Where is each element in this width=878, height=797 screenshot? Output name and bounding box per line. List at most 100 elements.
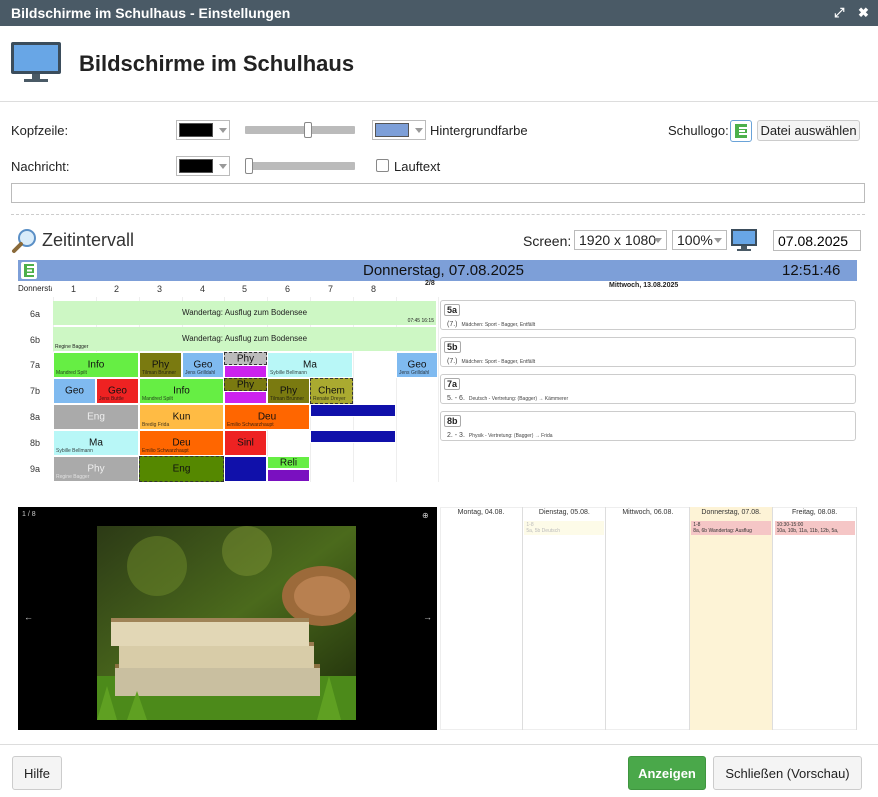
kopfzeile-color-picker[interactable] <box>176 120 230 140</box>
lesson-cell: Geo Jens Grilldahl <box>396 352 438 378</box>
lesson-subject: Phy <box>87 463 105 475</box>
lesson-cell: Phy Regine Bagger <box>53 456 139 482</box>
lesson-subject: Deu <box>172 437 191 449</box>
card-text: (7.) Mädchen: Sport - Bagger, Entfällt <box>447 358 535 365</box>
lesson-subject: Ma <box>303 359 317 371</box>
lesson-subject: Info <box>87 359 105 371</box>
slide-counter: 1 / 8 <box>22 511 36 518</box>
card-detail: Mädchen: Sport - Bagger, Entfällt <box>461 322 536 328</box>
lesson-teacher: Mandred Spilt <box>56 370 87 376</box>
lesson-cell: Phy Tilman Brunner <box>267 378 310 404</box>
lesson-subject: Phy <box>151 359 170 371</box>
right-header: Mittwoch, 13.08.2025 <box>609 282 679 289</box>
lesson-cell: Info Mandred Spilt <box>139 378 224 404</box>
card-detail: Physik - Vertretung: (Bagger) → Frida <box>468 433 553 439</box>
lesson-teacher: Tilman Brunner <box>270 396 304 402</box>
divider <box>11 214 865 215</box>
lesson-block <box>310 404 396 417</box>
nachricht-slider[interactable] <box>245 162 355 170</box>
close-icon[interactable]: ✖ <box>858 0 869 26</box>
screen-preview-icon[interactable] <box>730 228 758 255</box>
close-preview-button[interactable]: Schließen (Vorschau) <box>713 756 862 790</box>
lesson-teacher: Bredig Frida <box>142 422 170 428</box>
slideshow[interactable]: 1 / 8 ⊕ ← → <box>18 507 437 730</box>
background-color-label: Hintergrundfarbe <box>430 123 528 138</box>
zoom-value: 100% <box>677 232 713 248</box>
help-button[interactable]: Hilfe <box>12 756 62 790</box>
col-label: 1 <box>71 284 77 294</box>
card-detail: Deutsch - Vertretung: (Bagger) → Kämmere… <box>468 396 569 402</box>
preview-logo-icon <box>21 262 37 279</box>
substitution-card: 7a 5. - 6. Deutsch - Vertretung: (Bagger) … <box>440 374 856 404</box>
books-photo <box>97 526 356 720</box>
prev-slide-icon[interactable]: ← <box>24 612 33 622</box>
wandertag-6a-label: Wandertag: Ausflug zum Bodensee <box>181 308 308 317</box>
nachricht-slider-thumb[interactable] <box>245 158 253 174</box>
wandertag-6a: Wandertag: Ausflug zum Bodensee 07:45 16… <box>53 301 436 325</box>
lesson-block <box>224 456 267 482</box>
resolution-select[interactable]: 1920 x 1080 <box>574 230 667 250</box>
lesson-teacher: Regine Bagger <box>56 474 90 480</box>
lesson-subject: Phy <box>236 353 255 364</box>
lesson-cell: Geo Jens Buttle <box>96 378 139 404</box>
kopfzeile-slider-thumb[interactable] <box>304 122 313 138</box>
divider <box>0 744 878 745</box>
row-label: 7b <box>29 386 40 396</box>
school-logo-icon <box>730 120 752 142</box>
card-lead: (7.) <box>447 358 458 365</box>
lesson-cell: Phy <box>224 378 267 391</box>
week-event: 1-8 5a, 5b Deutsch <box>524 521 605 535</box>
preview-header-bar: Donnerstag, 07.08.2025 12:51:46 <box>18 260 857 281</box>
lesson-teacher: Emilio Schwarzhaupt <box>142 448 189 454</box>
card-class: 5b <box>444 341 461 353</box>
lesson-teacher: Jens Buttle <box>99 396 124 402</box>
week-day-header: Donnerstag, 07.08. <box>701 509 761 516</box>
card-class: 5a <box>444 304 461 316</box>
lauftext-checkbox[interactable] <box>376 159 389 172</box>
zoom-select[interactable]: 100% <box>672 230 727 250</box>
lesson-subject: Ma <box>89 437 103 449</box>
card-class: 7a <box>444 378 461 390</box>
nachricht-label: Nachricht: <box>11 159 70 174</box>
col-label: 8 <box>371 284 377 294</box>
lesson-cell: Phy Tilman Brunner <box>139 352 182 378</box>
show-button[interactable]: Anzeigen <box>628 756 706 790</box>
divider <box>0 101 878 102</box>
kopfzeile-slider[interactable] <box>245 126 355 134</box>
lesson-cell: Kun Bredig Frida <box>139 404 224 430</box>
row-label: 9a <box>29 464 40 474</box>
maximize-icon[interactable]: ⤢ <box>834 0 844 26</box>
nachricht-color-picker[interactable] <box>176 156 230 176</box>
row-label: 7a <box>29 360 40 370</box>
substitution-card: 5a (7.) Mädchen: Sport - Bagger, Entfällt <box>440 300 856 330</box>
background-color-picker[interactable] <box>372 120 426 140</box>
lesson-teacher: Mandred Spilt <box>142 396 173 402</box>
col-label: 5 <box>242 284 248 294</box>
resolution-value: 1920 x 1080 <box>579 232 657 248</box>
next-slide-icon[interactable]: → <box>423 612 432 622</box>
lesson-teacher: Sybille Bellmann <box>270 370 307 376</box>
kopfzeile-label: Kopfzeile: <box>11 123 69 138</box>
week-day-column: Donnerstag, 07.08. 1-8 8a, 6b Wandertag: … <box>690 507 774 730</box>
screen-label: Screen: <box>523 233 572 249</box>
lesson-teacher: Sybille Bellmann <box>56 448 93 454</box>
card-class: 8b <box>444 415 461 427</box>
week-day-column: Dienstag, 05.08. 1-8 5a, 5b Deutsch <box>523 507 607 730</box>
lesson-subject: Phy <box>236 379 255 390</box>
date-input[interactable] <box>773 230 861 251</box>
card-lead: (7.) <box>447 321 458 328</box>
lesson-teacher: Renate Dreyer <box>313 396 346 402</box>
lesson-cell: Chem Renate Dreyer <box>310 378 353 404</box>
lesson-cell: Geo Jens Grilldahl <box>182 352 224 378</box>
lesson-teacher: Jens Grilldahl <box>399 370 430 376</box>
lesson-subject: Eng <box>172 463 191 475</box>
substitution-card: 8b 2. - 3. Physik - Vertretung: (Bagger) →… <box>440 411 856 441</box>
week-day-header: Montag, 04.08. <box>457 509 505 516</box>
lesson-subject: Info <box>173 385 190 397</box>
row-label: 6b <box>29 335 40 345</box>
message-input[interactable] <box>11 183 865 203</box>
zoom-icon[interactable]: ⊕ <box>422 511 429 520</box>
choose-file-button[interactable]: Datei auswählen <box>757 120 860 141</box>
row-label: 8a <box>29 412 40 422</box>
preview-date: Donnerstag, 07.08.2025 <box>363 262 524 279</box>
